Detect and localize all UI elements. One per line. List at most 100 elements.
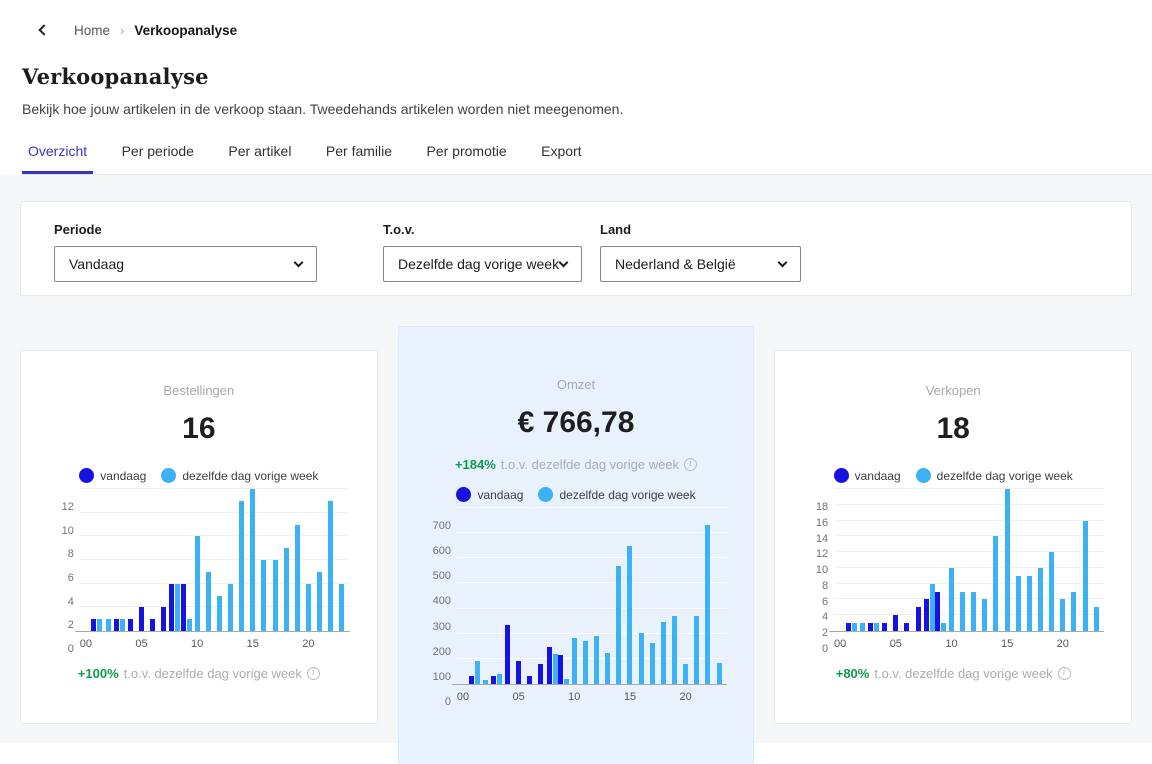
tab-export[interactable]: Export (535, 143, 587, 174)
bar-vorige_week (672, 616, 677, 684)
card-value: € 766,78 (399, 405, 754, 441)
delta-comparison-text: t.o.v. dezelfde dag vorige week (874, 666, 1052, 681)
bar-vorige_week (627, 546, 632, 684)
tab-per-promotie[interactable]: Per promotie (421, 143, 513, 174)
gridline (457, 633, 727, 634)
bar-vandaag (181, 584, 186, 631)
gridline (834, 520, 1104, 521)
x-axis-labels: 0005101520 (80, 632, 350, 648)
tab-per-familie[interactable]: Per familie (320, 143, 398, 174)
land-select-value: Nederland & België (615, 256, 736, 272)
bar-vorige_week (941, 623, 946, 631)
bar-vorige_week (594, 636, 599, 684)
legend-dot-vorige_week (916, 468, 931, 483)
y-tick-label: 12 (798, 548, 828, 560)
bar-vorige_week (616, 566, 621, 684)
bar-vandaag (846, 623, 851, 631)
x-tick-label: 15 (247, 638, 259, 650)
x-axis-labels: 0005101520 (834, 632, 1104, 648)
filter-group-periode: Periode Vandaag (54, 222, 317, 295)
back-icon[interactable] (36, 22, 52, 38)
info-icon[interactable]: i (1058, 667, 1071, 680)
bar-vorige_week (971, 592, 976, 631)
bar-vandaag (527, 676, 532, 684)
legend-dot-vandaag (456, 487, 471, 502)
gridline (834, 583, 1104, 584)
bar-vandaag (161, 607, 166, 631)
gridline (834, 551, 1104, 552)
y-tick-label: 400 (421, 595, 451, 607)
info-icon[interactable]: i (307, 667, 320, 680)
delta-row: +80%t.o.v. dezelfde dag vorige weeki (775, 666, 1131, 681)
bar-vorige_week (261, 560, 266, 631)
y-tick-label: 4 (44, 596, 74, 608)
x-tick-label: 10 (568, 691, 580, 703)
legend-label: dezelfde dag vorige week (182, 469, 318, 483)
bar-vandaag (150, 619, 155, 631)
legend-label: vandaag (100, 469, 146, 483)
y-tick-label: 700 (421, 520, 451, 532)
legend-dot-vandaag (834, 468, 849, 483)
bar-vandaag (868, 623, 873, 631)
x-tick-label: 05 (890, 638, 902, 650)
bar-vandaag (935, 592, 940, 631)
delta-comparison-text: t.o.v. dezelfde dag vorige week (124, 666, 302, 681)
kpi-card-verkopen: Verkopen18vandaagdezelfde dag vorige wee… (774, 350, 1132, 724)
info-icon[interactable]: i (684, 458, 697, 471)
card-title: Verkopen (775, 383, 1131, 398)
y-tick-label: 300 (421, 621, 451, 633)
land-select[interactable]: Nederland & België (600, 246, 801, 282)
bar-vandaag (558, 655, 563, 684)
gridline (834, 535, 1104, 536)
gridline (80, 488, 350, 489)
bar-vorige_week (1016, 576, 1021, 631)
filter-label-land: Land (600, 222, 801, 237)
legend-label: vandaag (477, 488, 523, 502)
chevron-down-icon (778, 257, 788, 267)
filter-group-land: Land Nederland & België (600, 222, 801, 295)
bar-vorige_week (639, 633, 644, 684)
bar-vorige_week (583, 641, 588, 684)
y-tick-label: 2 (798, 627, 828, 639)
card-value: 16 (21, 411, 377, 447)
bar-vorige_week (572, 638, 577, 684)
filter-label-periode: Periode (54, 222, 317, 237)
bar-vorige_week (683, 664, 688, 684)
tab-per-artikel[interactable]: Per artikel (222, 143, 297, 174)
delta-row: +100% t.o.v. dezelfde dag vorige week i (21, 666, 377, 681)
y-tick-label: 8 (44, 548, 74, 560)
gridline (80, 512, 350, 513)
bar-vorige_week (874, 623, 879, 631)
tab-overzicht[interactable]: Overzicht (22, 143, 93, 174)
x-tick-label: 05 (513, 691, 525, 703)
gridline (457, 557, 727, 558)
bar-vorige_week (1094, 607, 1099, 631)
bar-vorige_week (228, 584, 233, 631)
bar-vorige_week (650, 643, 655, 684)
gridline (457, 507, 727, 508)
bar-vorige_week (250, 489, 255, 631)
bar-vorige_week (339, 584, 344, 631)
bar-vorige_week (306, 584, 311, 631)
x-tick-label: 05 (135, 638, 147, 650)
y-tick-label: 6 (798, 596, 828, 608)
tov-select-value: Dezelfde dag vorige week (398, 256, 559, 272)
delta-percentage: +100% (78, 666, 119, 681)
bar-vandaag (114, 619, 119, 631)
bar-vandaag (169, 584, 174, 631)
x-tick-label: 10 (945, 638, 957, 650)
breadcrumb-home-link[interactable]: Home (74, 23, 110, 38)
bar-vorige_week (860, 623, 865, 631)
bar-vandaag (491, 676, 496, 684)
card-title: Bestellingen (21, 383, 377, 398)
plot-area (834, 490, 1104, 632)
tab-per-periode[interactable]: Per periode (116, 143, 200, 174)
delta-comparison-text: t.o.v. dezelfde dag vorige week (501, 457, 679, 472)
y-tick-label: 600 (421, 545, 451, 557)
chevron-down-icon (294, 257, 304, 267)
y-tick-label: 0 (798, 643, 828, 655)
page-description: Bekijk hoe jouw artikelen in de verkoop … (22, 101, 1152, 117)
tov-select[interactable]: Dezelfde dag vorige week (383, 246, 582, 282)
periode-select[interactable]: Vandaag (54, 246, 317, 282)
bar-vorige_week (120, 619, 125, 631)
